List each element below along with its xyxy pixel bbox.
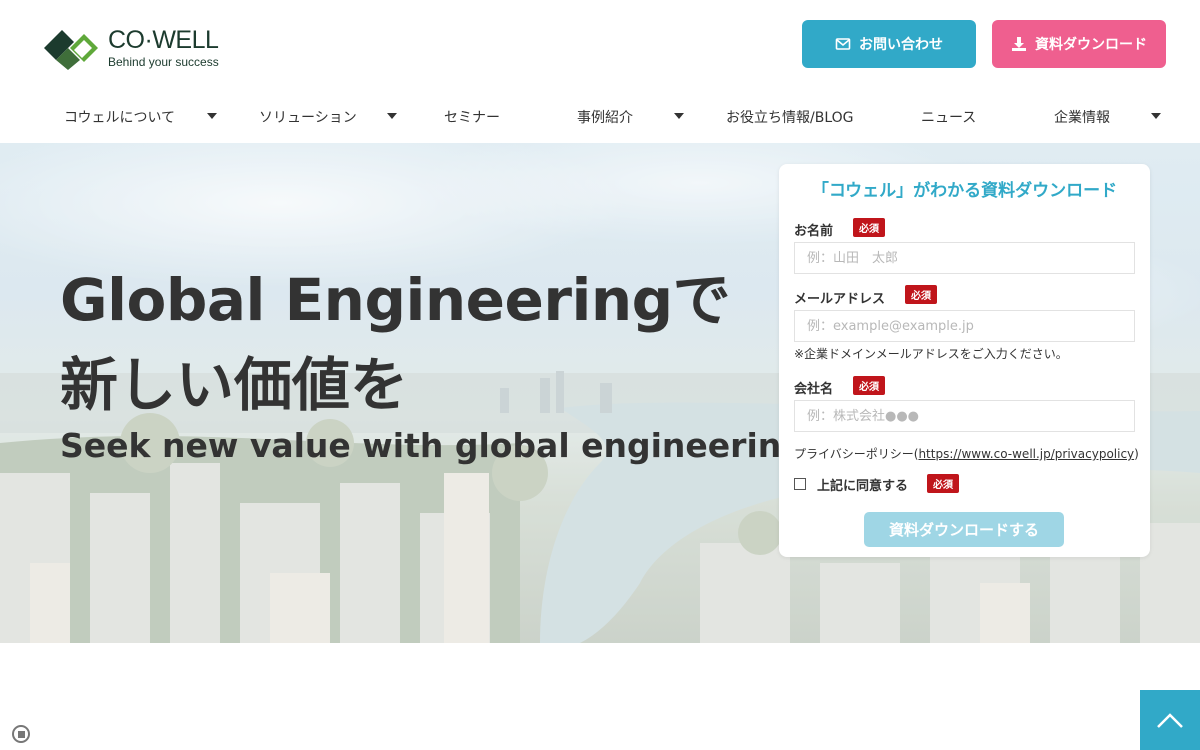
- cowell-logo-mark-icon: [44, 26, 100, 70]
- main-nav: コウェルについて ソリューション セミナー 事例紹介 お役立ち情報/BLOG ニ…: [0, 100, 1200, 134]
- required-badge: 必須: [853, 376, 885, 395]
- email-label: メールアドレス: [794, 292, 886, 307]
- download-icon: [1012, 37, 1026, 51]
- nav-item-news[interactable]: ニュース: [921, 100, 976, 134]
- form-title: 「コウェル」がわかる資料ダウンロード: [811, 181, 1118, 201]
- privacy-suffix: ): [1134, 447, 1139, 461]
- privacy-policy-text: プライバシーポリシー(https://www.co-well.jp/privac…: [794, 445, 1139, 462]
- nav-item-blog[interactable]: お役立ち情報/BLOG: [726, 100, 854, 134]
- agree-checkbox[interactable]: [794, 478, 806, 490]
- download-form-card: 「コウェル」がわかる資料ダウンロード お名前 必須 メールアドレス 必須 ※企業…: [779, 164, 1150, 557]
- nav-item-cases[interactable]: 事例紹介: [577, 100, 633, 134]
- site-header: CO·WELL Behind your success お問い合わせ 資料ダウン…: [0, 0, 1200, 143]
- hero-title-line1: Global Engineeringで: [60, 266, 731, 334]
- hero-title-line2: 新しい価値を: [60, 351, 409, 419]
- stop-icon[interactable]: [12, 725, 30, 743]
- nav-item-label: コウェルについて: [64, 110, 176, 126]
- required-badge: 必須: [905, 285, 937, 304]
- chevron-down-icon[interactable]: [387, 113, 397, 119]
- chevron-up-icon: [1157, 713, 1183, 728]
- mail-icon: [835, 38, 851, 50]
- submit-download-button[interactable]: 資料ダウンロードする: [864, 512, 1064, 547]
- logo-tagline: Behind your success: [108, 55, 219, 69]
- agree-label[interactable]: 上記に同意する: [817, 475, 908, 494]
- nav-item-label: 企業情報: [1054, 110, 1110, 126]
- email-input[interactable]: [794, 310, 1135, 342]
- name-input[interactable]: [794, 242, 1135, 274]
- logo-name: CO·WELL: [108, 26, 219, 54]
- nav-item-label: ソリューション: [259, 110, 357, 126]
- contact-button-label: お問い合わせ: [859, 37, 943, 53]
- email-note: ※企業ドメインメールアドレスをご入力ください。: [794, 347, 1068, 361]
- company-input[interactable]: [794, 400, 1135, 432]
- nav-item-solution[interactable]: ソリューション: [259, 100, 357, 134]
- nav-item-label: ニュース: [921, 110, 977, 126]
- nav-item-label: お役立ち情報/BLOG: [726, 110, 854, 126]
- nav-item-label: 事例紹介: [577, 110, 633, 126]
- privacy-prefix: プライバシーポリシー(: [794, 447, 919, 461]
- nav-item-seminar[interactable]: セミナー: [444, 100, 500, 134]
- nav-item-about[interactable]: コウェルについて: [64, 100, 175, 134]
- cowell-logo[interactable]: CO·WELL Behind your success: [44, 26, 219, 70]
- contact-button[interactable]: お問い合わせ: [802, 20, 976, 68]
- download-button-label: 資料ダウンロード: [1035, 37, 1147, 53]
- chevron-down-icon[interactable]: [1151, 113, 1161, 119]
- download-button[interactable]: 資料ダウンロード: [992, 20, 1166, 68]
- name-label: お名前: [794, 224, 834, 239]
- chevron-down-icon[interactable]: [207, 113, 217, 119]
- chevron-down-icon[interactable]: [674, 113, 684, 119]
- nav-item-company[interactable]: 企業情報: [1054, 100, 1110, 134]
- privacy-policy-link[interactable]: https://www.co-well.jp/privacypolicy: [918, 447, 1134, 461]
- scroll-to-top-button[interactable]: [1140, 690, 1200, 750]
- company-label: 会社名: [794, 382, 834, 397]
- required-badge: 必須: [853, 218, 885, 237]
- required-badge: 必須: [927, 474, 959, 493]
- hero-subtitle: Seek new value with global engineering: [60, 426, 805, 465]
- nav-item-label: セミナー: [444, 110, 500, 126]
